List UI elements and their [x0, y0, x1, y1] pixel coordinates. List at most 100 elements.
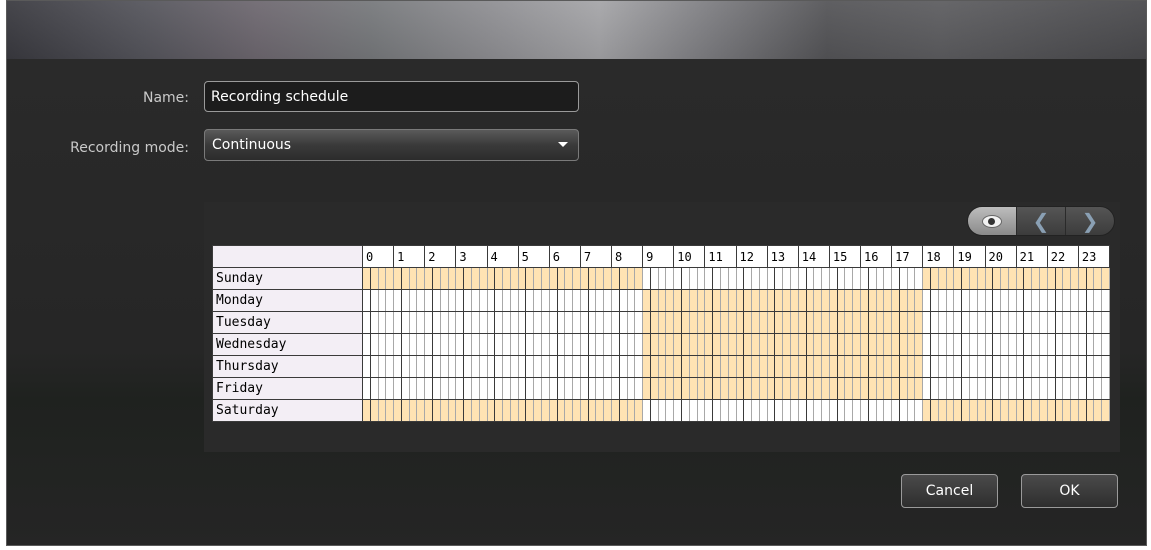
schedule-cell[interactable]	[564, 267, 574, 290]
schedule-cell[interactable]	[673, 399, 683, 422]
schedule-cell[interactable]	[540, 289, 550, 312]
schedule-cell[interactable]	[953, 355, 963, 378]
schedule-cell[interactable]	[470, 333, 480, 356]
schedule-cell[interactable]	[968, 399, 978, 422]
schedule-cell[interactable]	[1093, 377, 1103, 400]
schedule-cell[interactable]	[509, 377, 519, 400]
schedule-cell[interactable]	[906, 267, 916, 290]
schedule-cell[interactable]	[922, 399, 932, 422]
schedule-cell[interactable]	[992, 311, 1002, 334]
day-label[interactable]: Sunday	[212, 267, 363, 290]
schedule-cell[interactable]	[611, 355, 620, 378]
schedule-cell[interactable]	[1054, 311, 1064, 334]
schedule-cell[interactable]	[766, 399, 776, 422]
schedule-cell[interactable]	[696, 355, 706, 378]
schedule-cell[interactable]	[751, 289, 760, 312]
schedule-cell[interactable]	[665, 289, 675, 312]
schedule-cell[interactable]	[1023, 311, 1033, 334]
schedule-cell[interactable]	[556, 333, 566, 356]
schedule-cell[interactable]	[595, 355, 605, 378]
schedule-cell[interactable]	[377, 355, 387, 378]
hour-header[interactable]: 6	[548, 245, 581, 268]
schedule-cell[interactable]	[525, 267, 535, 290]
schedule-cell[interactable]	[992, 289, 1002, 312]
schedule-cell[interactable]	[758, 377, 768, 400]
schedule-cell[interactable]	[665, 267, 675, 290]
schedule-cell[interactable]	[424, 355, 434, 378]
schedule-cell[interactable]	[385, 377, 395, 400]
schedule-cell[interactable]	[439, 289, 449, 312]
schedule-cell[interactable]	[774, 289, 784, 312]
schedule-cell[interactable]	[712, 267, 721, 290]
schedule-cell[interactable]	[712, 289, 721, 312]
schedule-cell[interactable]	[377, 399, 387, 422]
schedule-cell[interactable]	[719, 289, 729, 312]
schedule-cell[interactable]	[968, 355, 978, 378]
schedule-cell[interactable]	[782, 355, 791, 378]
schedule-cell[interactable]	[533, 311, 542, 334]
schedule-cell[interactable]	[1031, 311, 1040, 334]
schedule-cell[interactable]	[595, 399, 605, 422]
hour-header[interactable]: 19	[953, 245, 986, 268]
schedule-cell[interactable]	[579, 333, 589, 356]
schedule-cell[interactable]	[533, 377, 542, 400]
schedule-cell[interactable]	[844, 333, 854, 356]
hour-header[interactable]: 13	[766, 245, 799, 268]
schedule-cell[interactable]	[478, 311, 488, 334]
schedule-cell[interactable]	[626, 355, 636, 378]
schedule-cell[interactable]	[782, 289, 791, 312]
schedule-cell[interactable]	[821, 311, 830, 334]
schedule-cell[interactable]	[1015, 355, 1025, 378]
schedule-cell[interactable]	[883, 377, 893, 400]
schedule-cell[interactable]	[968, 289, 978, 312]
schedule-cell[interactable]	[634, 289, 644, 312]
schedule-cell[interactable]	[548, 377, 558, 400]
schedule-cell[interactable]	[1046, 333, 1056, 356]
schedule-cell[interactable]	[945, 333, 955, 356]
schedule-cell[interactable]	[416, 399, 426, 422]
schedule-cell[interactable]	[891, 355, 900, 378]
schedule-cell[interactable]	[696, 311, 706, 334]
schedule-cell[interactable]	[470, 355, 480, 378]
schedule-cell[interactable]	[898, 311, 908, 334]
schedule-cell[interactable]	[673, 311, 683, 334]
schedule-cell[interactable]	[906, 289, 916, 312]
schedule-cell[interactable]	[649, 289, 659, 312]
schedule-cell[interactable]	[556, 311, 566, 334]
schedule-cell[interactable]	[478, 333, 488, 356]
schedule-cell[interactable]	[362, 355, 371, 378]
next-button[interactable]: ❯	[1065, 207, 1114, 235]
schedule-cell[interactable]	[1000, 311, 1009, 334]
schedule-cell[interactable]	[813, 355, 823, 378]
schedule-cell[interactable]	[486, 377, 496, 400]
schedule-cell[interactable]	[439, 267, 449, 290]
schedule-cell[interactable]	[649, 333, 659, 356]
schedule-cell[interactable]	[502, 377, 511, 400]
schedule-cell[interactable]	[836, 333, 846, 356]
schedule-cell[interactable]	[377, 333, 387, 356]
schedule-cell[interactable]	[649, 399, 659, 422]
schedule-cell[interactable]	[478, 399, 488, 422]
schedule-cell[interactable]	[743, 311, 753, 334]
schedule-cell[interactable]	[455, 267, 465, 290]
schedule-cell[interactable]	[572, 355, 581, 378]
schedule-cell[interactable]	[362, 333, 371, 356]
schedule-cell[interactable]	[712, 333, 721, 356]
schedule-cell[interactable]	[758, 355, 768, 378]
schedule-cell[interactable]	[1046, 377, 1056, 400]
schedule-cell[interactable]	[968, 333, 978, 356]
schedule-cell[interactable]	[930, 355, 939, 378]
schedule-cell[interactable]	[930, 399, 939, 422]
hour-header[interactable]: 23	[1077, 245, 1111, 268]
schedule-cell[interactable]	[400, 311, 410, 334]
schedule-cell[interactable]	[766, 311, 776, 334]
schedule-cell[interactable]	[836, 267, 846, 290]
schedule-cell[interactable]	[758, 267, 768, 290]
schedule-cell[interactable]	[525, 399, 535, 422]
schedule-cell[interactable]	[564, 377, 574, 400]
schedule-cell[interactable]	[673, 377, 683, 400]
schedule-cell[interactable]	[1093, 355, 1103, 378]
hour-header[interactable]: 15	[828, 245, 862, 268]
schedule-cell[interactable]	[696, 289, 706, 312]
schedule-cell[interactable]	[696, 333, 706, 356]
